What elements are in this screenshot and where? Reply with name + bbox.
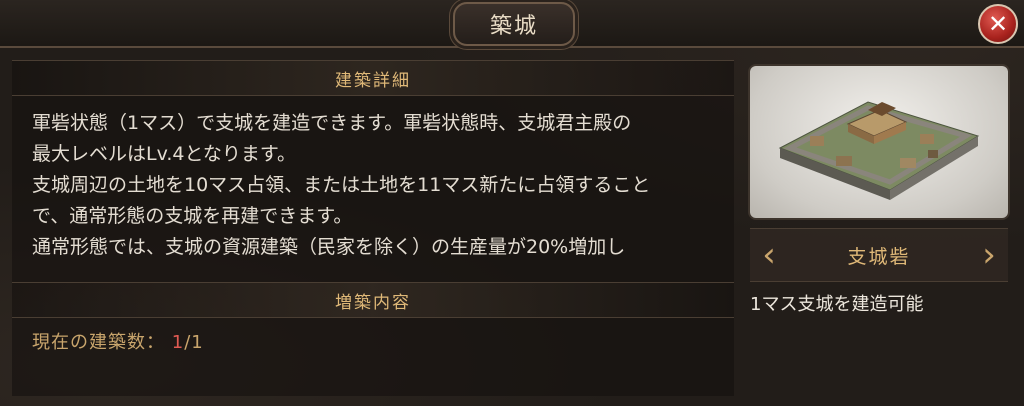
details-line: 軍砦状態（1マス）で支城を建造できます。軍砦状態時、支城君主殿の <box>32 112 632 134</box>
build-count-current: 1 <box>171 332 185 353</box>
details-panel: 建築詳細 軍砦状態（1マス）で支城を建造できます。軍砦状態時、支城君主殿の 最大… <box>12 60 734 396</box>
details-line: 支城周辺の土地を10マス占領、または土地を11マス新たに占領すること <box>32 174 651 196</box>
fortress-illustration <box>778 101 980 200</box>
title-bar: 築城 ✕ <box>0 0 1024 48</box>
castle-panel: ‹ 支城砦 › 1マス支城を建造可能 <box>744 60 1014 396</box>
details-text: 軍砦状態（1マス）で支城を建造できます。軍砦状態時、支城君主殿の 最大レベルはL… <box>32 108 732 263</box>
castle-selector: ‹ 支城砦 › <box>750 228 1008 282</box>
dialog-frame: 築城 ✕ 建築詳細 軍砦状態（1マス）で支城を建造できます。軍砦状態時、支城君主… <box>0 0 1024 406</box>
details-line: 最大レベルはLv.4となります。 <box>32 143 297 165</box>
chevron-left-icon[interactable]: ‹ <box>754 235 784 275</box>
details-line: 通常形態では、支城の資源建築（民家を除く）の生産量が20%増加し <box>32 236 626 258</box>
castle-preview-image <box>750 66 1008 218</box>
build-count-label: 現在の建築数： <box>32 332 165 353</box>
details-header: 建築詳細 <box>12 60 734 96</box>
chevron-right-icon[interactable]: › <box>974 235 1004 275</box>
expansion-header: 増築内容 <box>12 282 734 318</box>
build-count-row: 現在の建築数： 1/1 <box>32 328 204 354</box>
dialog-title: 築城 <box>453 2 575 46</box>
castle-description: 1マス支城を建造可能 <box>750 294 924 315</box>
close-button[interactable]: ✕ <box>978 4 1018 44</box>
close-icon: ✕ <box>987 10 1009 38</box>
details-line: で、通常形態の支城を再建できます。 <box>32 205 353 227</box>
build-count-total: /1 <box>184 332 204 353</box>
castle-name: 支城砦 <box>847 245 911 268</box>
